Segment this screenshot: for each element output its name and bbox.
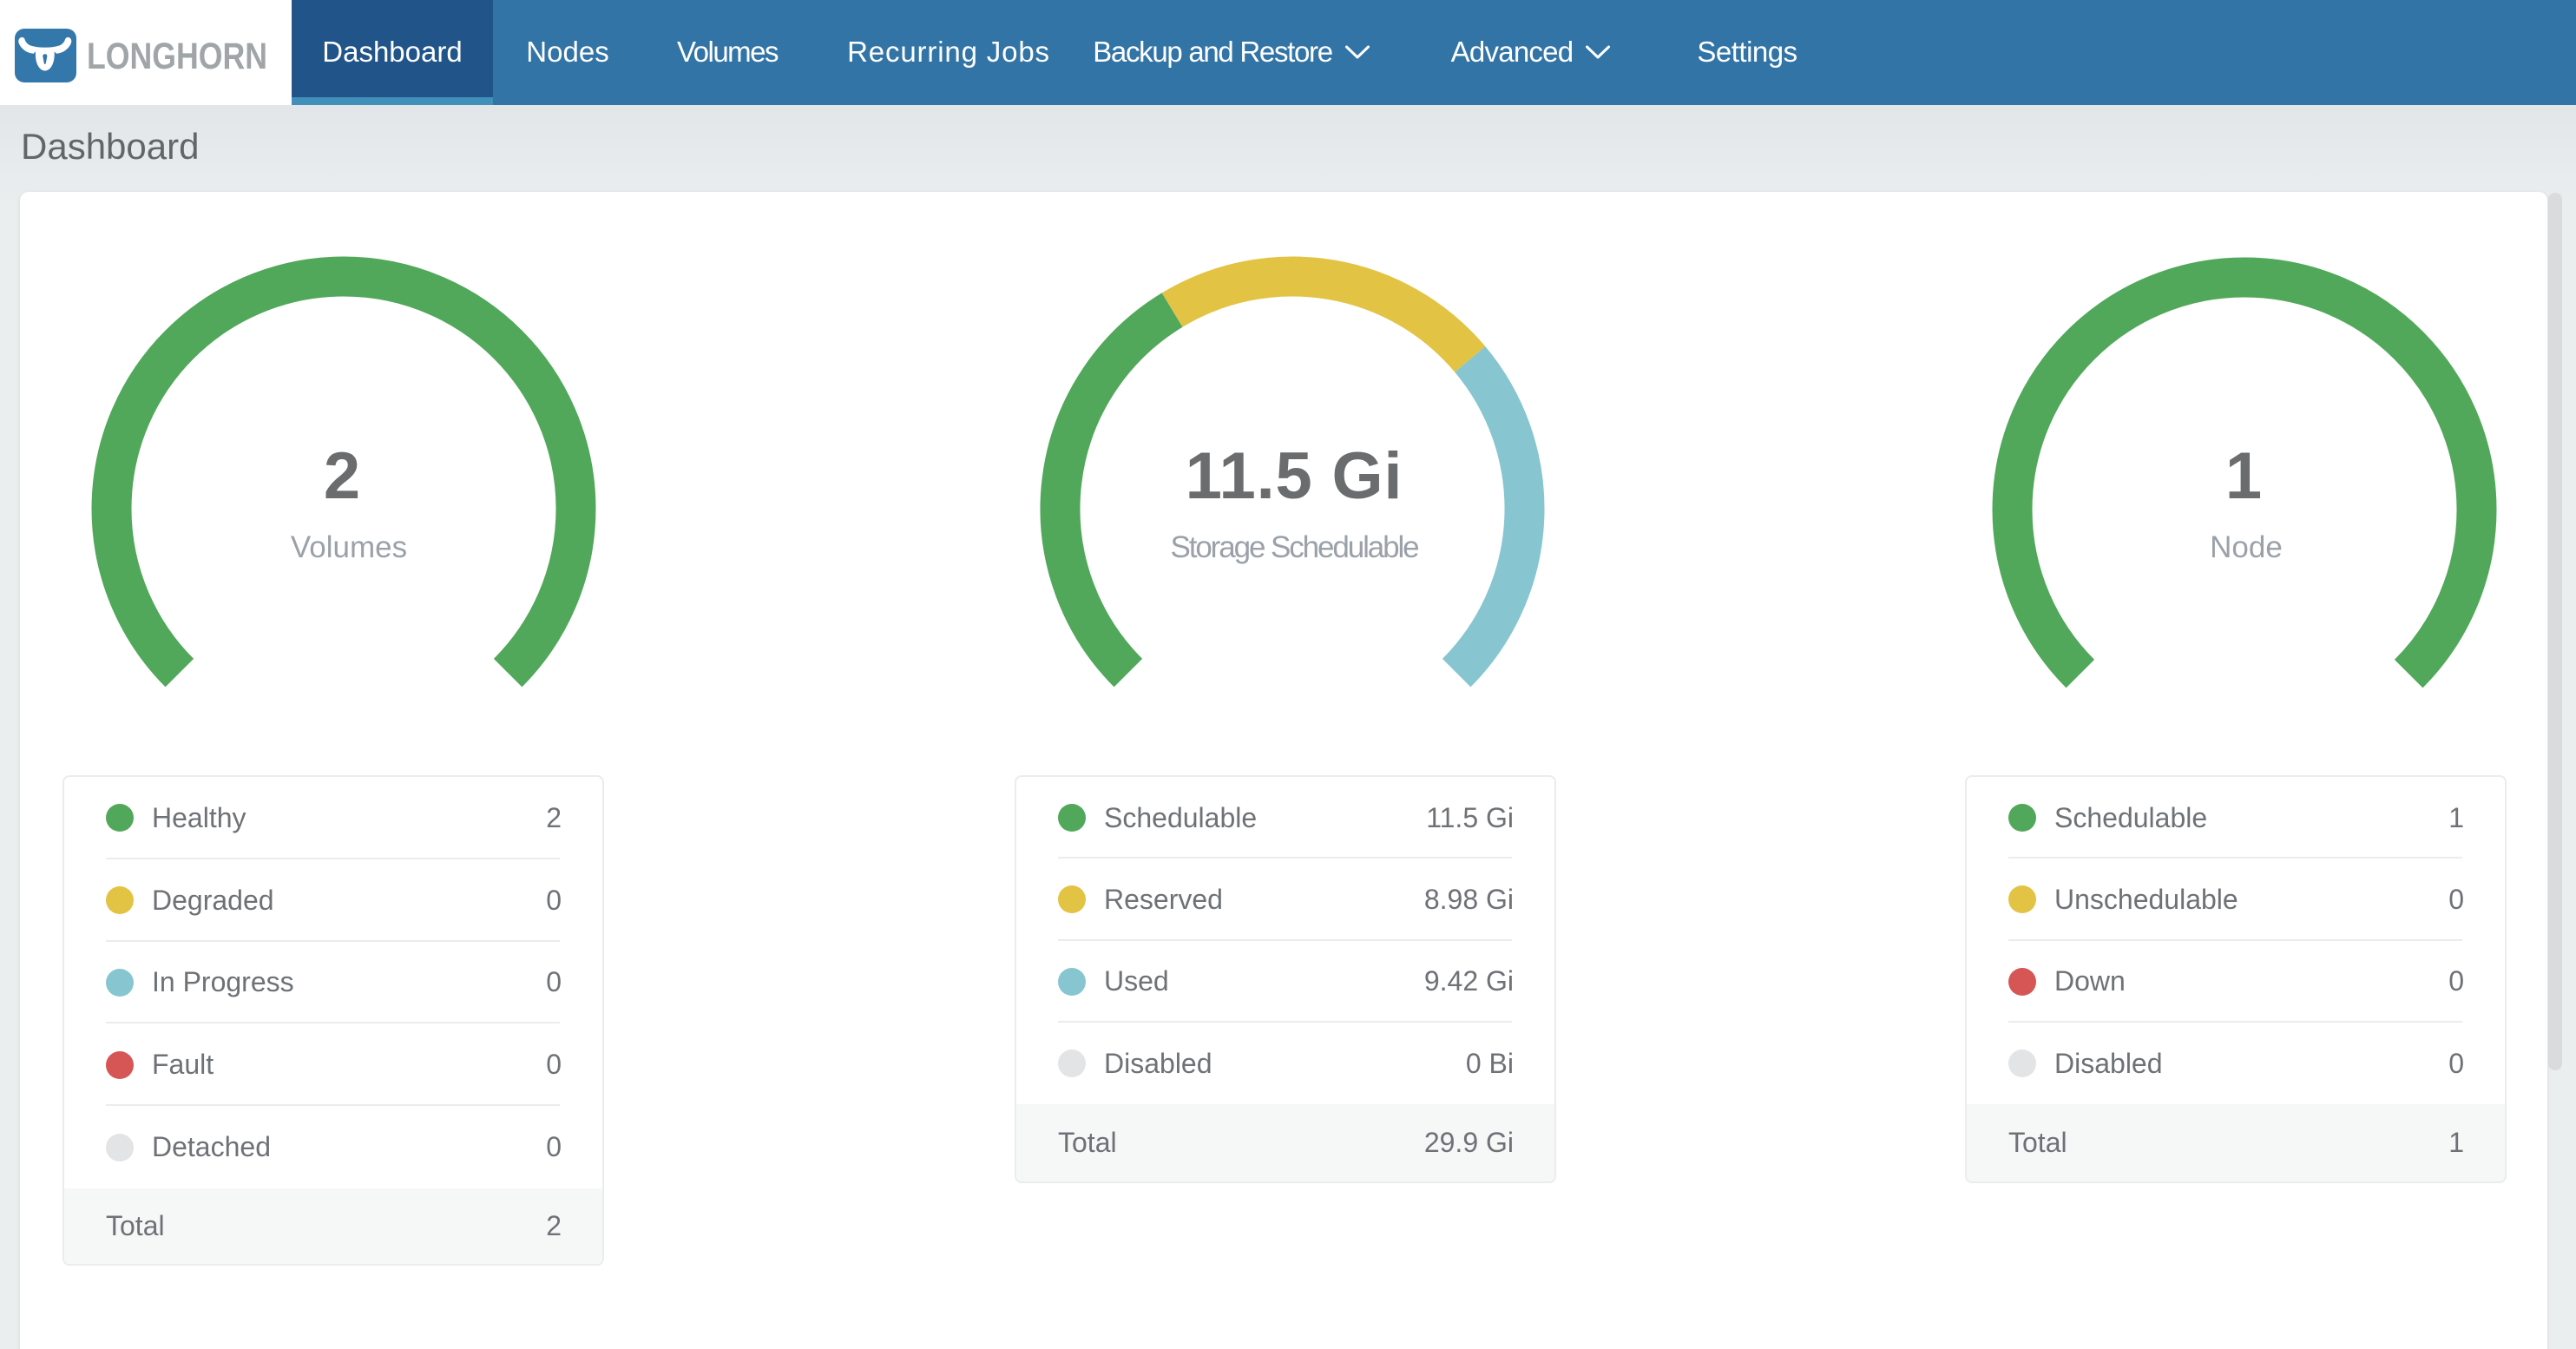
- svg-text:LONGHORN: LONGHORN: [87, 36, 267, 77]
